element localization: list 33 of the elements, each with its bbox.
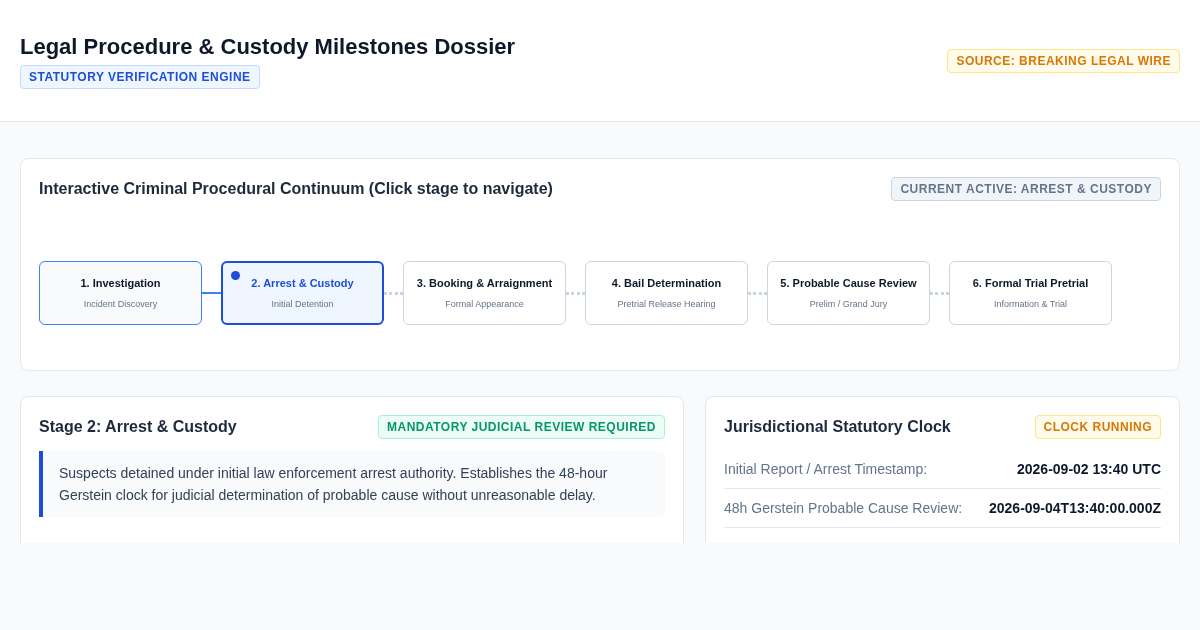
source-badge: SOURCE: BREAKING LEGAL WIRE <box>947 48 1180 73</box>
stage-node[interactable]: 2. Arrest & Custody Initial Detention <box>221 261 384 325</box>
stage-node[interactable]: 5. Probable Cause Review Prelim / Grand Jury <box>767 261 930 325</box>
stage-title: 2. Arrest & Custody <box>251 276 354 290</box>
clock-value: 2026-09-04T13:40:00.000Z <box>989 499 1161 518</box>
page-title: Legal Procedure & Custody Milestones Dossier <box>20 33 516 61</box>
stage-caption: Formal Appearance <box>445 298 524 310</box>
review-required-badge: MANDATORY JUDICIAL REVIEW REQUIRED <box>377 415 665 439</box>
stage-title: 4. Bail Determination <box>611 276 722 290</box>
stage-title: 5. Probable Cause Review <box>780 276 917 290</box>
stage-caption: Pretrial Release Hearing <box>617 298 716 310</box>
stage-title: 1. Investigation <box>80 276 161 290</box>
stage-title: 6. Formal Trial Pretrial <box>972 276 1089 290</box>
stage-node[interactable]: 4. Bail Determination Pretrial Release Hearing <box>585 261 748 325</box>
engine-badge: STATUTORY VERIFICATION ENGINE <box>20 65 260 89</box>
clock-label: Initial Report / Arrest Timestamp: <box>724 460 928 479</box>
stage-node[interactable]: 3. Booking & Arraignment Formal Appearance <box>403 261 566 325</box>
stage-caption: Initial Detention <box>271 298 334 310</box>
card-title: Jurisdictional Statutory Clock <box>724 417 951 437</box>
clock-label: 48h Gerstein Probable Cause Review: <box>724 499 963 518</box>
stage-node[interactable]: 6. Formal Trial Pretrial Information & Trial <box>949 261 1112 325</box>
card-title: Stage 2: Arrest & Custody <box>39 417 237 437</box>
clock-value: 2026-09-02 13:40 UTC <box>1017 460 1161 479</box>
stage-description: Suspects detained under initial law enforcement arrest authority. Establishes the 48-hour Gerstein clock for judicial determination of probable cause without unreasonable delay. <box>39 451 665 517</box>
stage-node[interactable]: 1. Investigation Incident Discovery <box>39 261 202 325</box>
stage-caption: Prelim / Grand Jury <box>809 298 888 310</box>
stage-caption: Incident Discovery <box>83 298 158 310</box>
stage-caption: Information & Trial <box>994 298 1067 310</box>
current-stage-badge: CURRENT ACTIVE: ARREST & CUSTODY <box>891 177 1161 201</box>
clock-status-badge: CLOCK RUNNING <box>1034 415 1161 439</box>
card-title: Interactive Criminal Procedural Continuum (Click stage to navigate) <box>39 179 553 199</box>
connector-line <box>202 292 221 294</box>
stage-title: 3. Booking & Arraignment <box>416 276 553 290</box>
